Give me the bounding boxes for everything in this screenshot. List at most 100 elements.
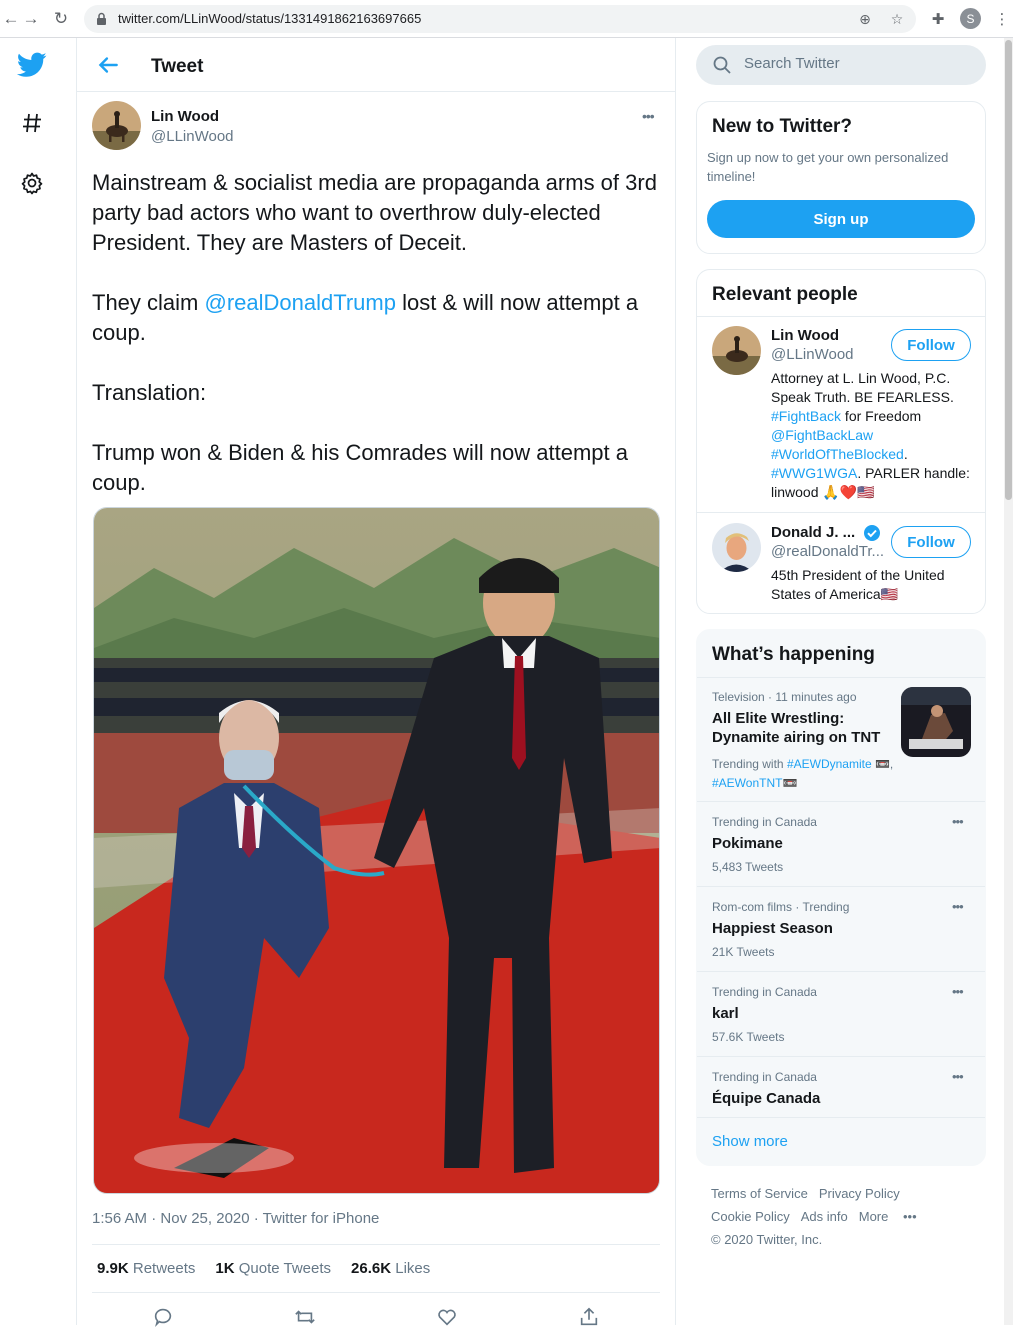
person-name[interactable]: Donald J. ...: [771, 524, 855, 541]
person-handle[interactable]: @realDonaldTr...: [771, 543, 884, 560]
search-icon: [713, 56, 731, 74]
trend-item[interactable]: Trending in Canada ••• Pokimane 5,483 Tw…: [697, 801, 985, 886]
address-bar[interactable]: twitter.com/LLinWood/status/133149186216…: [84, 5, 916, 33]
cookie-link[interactable]: Cookie Policy: [711, 1209, 790, 1224]
left-nav: [0, 38, 76, 1325]
signup-button[interactable]: Sign up: [707, 200, 975, 238]
more-link[interactable]: More •••: [859, 1209, 928, 1224]
trend-meta: Rom-com films · Trending: [712, 900, 850, 914]
extensions-icon[interactable]: ✚: [928, 9, 948, 29]
divider: [697, 512, 985, 513]
trend-item[interactable]: Television · 11 minutes ago All Elite Wr…: [697, 677, 985, 801]
trend-count: 21K Tweets: [712, 945, 775, 959]
back-arrow-icon[interactable]: [95, 52, 121, 78]
hashtag-icon[interactable]: [14, 105, 50, 141]
retweets-count: 9.9K: [97, 1260, 129, 1277]
card-title: New to Twitter?: [712, 116, 853, 137]
hashtag-link[interactable]: #FightBack: [771, 408, 841, 424]
trend-thumbnail: [901, 687, 971, 757]
trend-more-icon[interactable]: •••: [952, 1069, 964, 1084]
gear-icon[interactable]: [14, 165, 50, 201]
url-text[interactable]: twitter.com/LLinWood/status/133149186216…: [118, 11, 421, 26]
trend-name: Happiest Season: [712, 920, 833, 937]
main-column: Tweet Lin Wood @LLinWood ••• Mainstream …: [76, 38, 676, 1328]
author-avatar[interactable]: [92, 101, 141, 150]
person-bio: 45th President of the United States of A…: [771, 567, 945, 602]
person-bio: Attorney at L. Lin Wood, P.C. Speak Trut…: [771, 369, 979, 502]
trend-meta: Television · 11 minutes ago: [712, 690, 857, 704]
mention-link[interactable]: @FightBackLaw: [771, 427, 873, 443]
retweets-stat[interactable]: 9.9K Retweets: [97, 1260, 195, 1277]
retweets-label: Retweets: [132, 1260, 196, 1277]
privacy-link[interactable]: Privacy Policy: [819, 1186, 900, 1201]
more-options-icon[interactable]: •••: [642, 108, 655, 124]
page-title: Tweet: [151, 56, 204, 77]
lock-icon: [97, 12, 106, 25]
tweet-paragraph: Translation:: [92, 380, 207, 405]
search-box[interactable]: [696, 45, 986, 85]
hashtag-link[interactable]: #WorldOfTheBlocked: [771, 446, 904, 462]
hashtag-link[interactable]: #WWG1WGA: [771, 465, 857, 481]
browser-back-icon[interactable]: ←: [0, 8, 22, 30]
footer-links: Cookie Policy Ads info More •••: [711, 1209, 939, 1224]
author-handle[interactable]: @LLinWood: [151, 128, 234, 145]
browser-menu-icon[interactable]: ⋮: [992, 9, 1012, 29]
likes-label: Likes: [395, 1260, 431, 1277]
reload-icon[interactable]: ↻: [50, 8, 72, 30]
browser-forward-icon[interactable]: →: [20, 8, 42, 30]
trend-meta: Trending in Canada: [712, 815, 817, 829]
terms-link[interactable]: Terms of Service: [711, 1186, 808, 1201]
tweet-paragraph: They claim @realDonaldTrump lost & will …: [92, 288, 667, 348]
more-label: More: [858, 1209, 889, 1224]
hashtag-link[interactable]: #AEWDynamite: [787, 757, 872, 771]
trend-name: All Elite Wrestling: Dynamite airing on …: [712, 710, 881, 746]
trend-item[interactable]: Trending in Canada ••• Équipe Canada: [697, 1056, 985, 1117]
trend-name: Équipe Canada: [712, 1090, 821, 1107]
trend-more-icon[interactable]: •••: [952, 899, 964, 914]
likes-stat[interactable]: 26.6K Likes: [351, 1260, 430, 1277]
show-more-link[interactable]: Show more: [712, 1133, 788, 1150]
page-scrollbar[interactable]: [1004, 38, 1013, 1325]
footer-links: Terms of Service Privacy Policy: [711, 1186, 911, 1201]
verified-badge-icon: [864, 525, 880, 541]
trend-count: 5,483 Tweets: [712, 860, 784, 874]
trend-item[interactable]: Trending in Canada ••• karl 57.6K Tweets: [697, 971, 985, 1056]
quote-tweets-stat[interactable]: 1K Quote Tweets: [215, 1260, 331, 1277]
trend-name: Pokimane: [712, 835, 783, 852]
trend-more-icon[interactable]: •••: [952, 814, 964, 829]
person-name[interactable]: Lin Wood: [771, 327, 839, 344]
person-avatar[interactable]: [712, 523, 761, 572]
trend-name: karl: [712, 1005, 739, 1022]
main-header: Tweet: [77, 38, 675, 92]
copyright: © 2020 Twitter, Inc.: [711, 1232, 823, 1247]
card-title: What’s happening: [712, 644, 875, 665]
likes-count: 26.6K: [351, 1260, 392, 1277]
tweet-text-segment: They claim: [92, 290, 205, 315]
ads-link[interactable]: Ads info: [801, 1209, 848, 1224]
search-input[interactable]: [744, 55, 964, 72]
profile-avatar[interactable]: S: [960, 8, 981, 29]
star-icon[interactable]: ☆: [888, 10, 906, 28]
twitter-logo[interactable]: [14, 47, 50, 83]
person-handle[interactable]: @LLinWood: [771, 346, 854, 363]
scrollbar-thumb[interactable]: [1005, 40, 1012, 500]
hashtag-link[interactable]: #AEWonTNT: [712, 776, 782, 790]
add-bookmark-icon[interactable]: ⊕: [856, 10, 874, 28]
tweet-paragraph: Trump won & Biden & his Comrades will no…: [92, 440, 628, 495]
follow-button[interactable]: Follow: [891, 526, 971, 558]
trend-more-icon[interactable]: •••: [952, 984, 964, 999]
author-name[interactable]: Lin Wood: [151, 108, 219, 125]
divider: [92, 1244, 660, 1245]
card-title: Relevant people: [712, 284, 858, 305]
signup-description: Sign up now to get your own personalized…: [707, 150, 949, 184]
mention-link[interactable]: @realDonaldTrump: [204, 290, 395, 315]
person-avatar[interactable]: [712, 326, 761, 375]
tweet-photo[interactable]: [93, 507, 660, 1194]
show-more-row[interactable]: Show more: [697, 1117, 985, 1165]
trend-item[interactable]: Rom-com films · Trending ••• Happiest Se…: [697, 886, 985, 971]
bio-text: for Freedom: [841, 408, 922, 424]
browser-toolbar: ← → ↻ twitter.com/LLinWood/status/133149…: [0, 0, 1013, 38]
bio-text: .: [903, 446, 908, 462]
follow-button[interactable]: Follow: [891, 329, 971, 361]
tweet-timestamp[interactable]: 1:56 AM · Nov 25, 2020 · Twitter for iPh…: [92, 1210, 379, 1227]
